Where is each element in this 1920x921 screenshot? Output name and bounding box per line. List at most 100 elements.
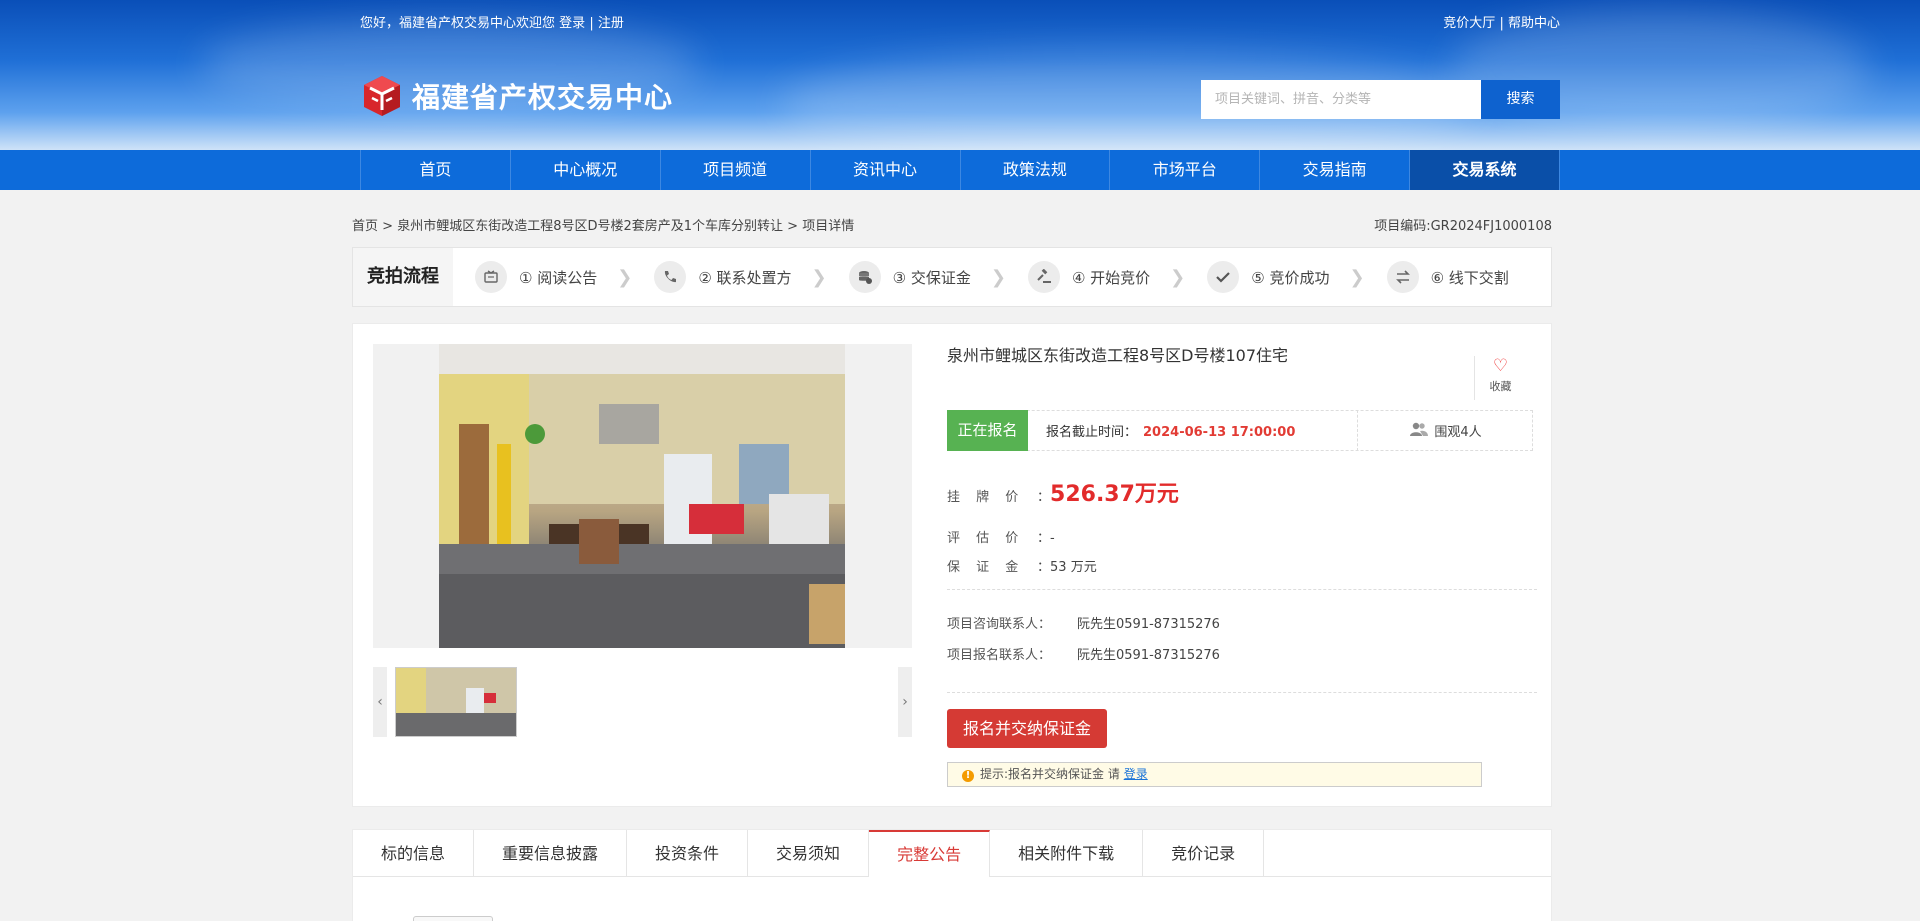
process-step: ② 联系处置方 ❯ [654,261,827,293]
thumb-next-button[interactable]: › [898,667,912,737]
breadcrumb: 首页 > 泉州市鲤城区东街改造工程8号区D号楼2套房产及1个车库分别转让 > 项… [352,215,1552,234]
deposit-value: 53 万元 [1050,560,1097,575]
process-step: ④ 开始竞价 ❯ [1027,261,1186,293]
tab-attachments[interactable]: 相关附件下载 [990,830,1144,877]
main-image-frame [373,344,912,648]
nav-item-market[interactable]: 市场平台 [1110,150,1261,190]
nav-item-trading-system[interactable]: 交易系统 [1410,150,1560,190]
gavel-icon [1027,261,1060,293]
signup-contact-label: 项目报名联系人： [947,648,1052,663]
register-link[interactable]: 注册 [598,16,624,31]
appraisal-row: 评 估 价 ：- [947,527,1055,546]
listing-price-row: 挂 牌 价 ：526.37万元 [947,476,1179,508]
nav-item-policies[interactable]: 政策法规 [961,150,1111,190]
nav-item-news[interactable]: 资讯中心 [811,150,961,190]
site-header: 您好，福建省产权交易中心欢迎您 登录 | 注册 竞价大厅 | 帮助中心 福建省产… [0,0,1920,150]
breadcrumb-sep: > [787,219,799,234]
process-step: ① 阅读公告 ❯ [475,261,632,293]
search-input[interactable] [1201,80,1481,119]
detail-tabs: 标的信息 重要信息披露 投资条件 交易须知 完整公告 相关附件下载 竞价记录 [352,829,1552,921]
tab-bar: 标的信息 重要信息披露 投资条件 交易须知 完整公告 相关附件下载 竞价记录 [353,830,1551,877]
process-step-label: ② 联系处置方 [698,268,792,287]
project-detail-panel: ‹ › 泉州市鲤城区东街改造工程8号区D号楼107住宅 正在报名 报名截止时间：… [352,323,1552,807]
signup-contact-row: 项目报名联系人： 阮先生0591-87315276 [947,644,1220,663]
site-name: 福建省产权交易中心 [412,81,674,114]
search-button[interactable]: 搜索 [1481,80,1560,119]
process-step-label: ⑥ 线下交割 [1430,268,1509,287]
divider [947,589,1537,590]
greeting-text: 您好，福建省产权交易中心欢迎您 [360,16,556,31]
listing-price-value: 526.37万元 [1050,482,1179,507]
check-icon [1207,261,1240,293]
login-link[interactable]: 登录 [559,16,585,31]
tab-trading-notice[interactable]: 交易须知 [748,830,870,877]
deadline-info: 报名截止时间： 2024-06-13 17:00:00 [1046,421,1295,440]
nav-item-overview[interactable]: 中心概况 [511,150,661,190]
main-nav: 首页 中心概况 项目频道 资讯中心 政策法规 市场平台 交易指南 交易系统 [360,150,1560,190]
deposit-row: 保 证 金 ：53 万元 [947,556,1097,575]
thumb-prev-button[interactable]: ‹ [373,667,387,737]
nav-item-guide[interactable]: 交易指南 [1260,150,1411,190]
chevron-right-icon: ❯ [811,266,827,288]
deadline-label: 报名截止时间： [1046,425,1138,440]
process-step: ⑤ 竞价成功 ❯ [1207,261,1365,293]
coins-icon [848,261,881,293]
thumbnail-strip: ‹ › [373,667,912,737]
content-subtab[interactable] [413,916,493,921]
chevron-right-icon: ❯ [1170,266,1186,288]
warning-icon: ! [962,770,974,782]
consult-contact-value: 阮先生0591-87315276 [1077,617,1220,632]
project-info: 泉州市鲤城区东街改造工程8号区D号楼107住宅 [947,342,1537,366]
nav-item-home[interactable]: 首页 [360,150,511,190]
top-bar: 您好，福建省产权交易中心欢迎您 登录 | 注册 竞价大厅 | 帮助中心 [360,12,1560,32]
apply-deposit-button[interactable]: 报名并交纳保证金 [947,709,1107,748]
phone-icon [654,261,687,293]
tab-disclosure[interactable]: 重要信息披露 [474,830,628,877]
breadcrumb-category[interactable]: 泉州市鲤城区东街改造工程8号区D号楼2套房产及1个车库分别转让 [397,219,783,234]
watchers-text: 围观4人 [1434,425,1482,440]
chevron-right-icon: ❯ [1349,266,1365,288]
exchange-icon [1386,261,1419,293]
project-code: 项目编码:GR2024FJ1000108 [1374,219,1552,234]
listing-price-label: 挂 牌 价 [947,490,1025,505]
property-photo[interactable] [439,344,845,648]
watchers-count: 围观4人 [1357,410,1534,451]
notice-icon [475,261,507,293]
site-logo[interactable]: 福建省产权交易中心 [360,74,673,118]
process-step-label: ① 阅读公告 [519,268,598,287]
auction-process: 竞拍流程 ① 阅读公告 ❯ ② 联系处置方 ❯ ③ 交保证金 ❯ ④ 开始竞价 … [352,247,1552,307]
consult-contact-label: 项目咨询联系人： [947,617,1052,632]
signup-contact-value: 阮先生0591-87315276 [1077,648,1220,663]
thumbnail-image[interactable] [395,667,517,737]
colon: ： [1037,560,1051,575]
tab-investment-conditions[interactable]: 投资条件 [627,830,749,877]
breadcrumb-sep: > [382,219,394,234]
favorite-button[interactable]: ♡ 收藏 [1474,356,1526,400]
separator: | [1499,16,1504,31]
search-box: 搜索 [1201,80,1560,119]
process-step-label: ③ 交保证金 [892,268,971,287]
tab-target-info[interactable]: 标的信息 [353,830,475,877]
breadcrumb-home[interactable]: 首页 [352,219,378,234]
process-title: 竞拍流程 [353,248,453,306]
colon: ： [1037,531,1051,546]
help-center-link[interactable]: 帮助中心 [1508,16,1560,31]
logo-cube-icon [364,76,400,116]
deadline-value: 2024-06-13 17:00:00 [1143,425,1296,440]
divider [947,692,1537,693]
colon: ： [1037,490,1051,505]
status-bar: 正在报名 报名截止时间： 2024-06-13 17:00:00 围观4人 [947,409,1534,451]
people-icon [1410,421,1429,441]
main-nav-bar: 首页 中心概况 项目频道 资讯中心 政策法规 市场平台 交易指南 交易系统 [0,150,1920,190]
auction-hall-link[interactable]: 竞价大厅 [1443,16,1495,31]
chevron-right-icon: ❯ [990,266,1006,288]
consult-contact-row: 项目咨询联系人： 阮先生0591-87315276 [947,613,1220,632]
tip-login-link[interactable]: 登录 [1124,767,1148,781]
nav-item-projects[interactable]: 项目频道 [661,150,811,190]
tab-bid-records[interactable]: 竞价记录 [1143,830,1265,877]
tab-full-announcement[interactable]: 完整公告 [869,830,991,877]
appraisal-value: - [1050,531,1055,546]
breadcrumb-current: 项目详情 [802,219,855,234]
separator: | [589,16,594,31]
status-badge: 正在报名 [947,409,1028,451]
